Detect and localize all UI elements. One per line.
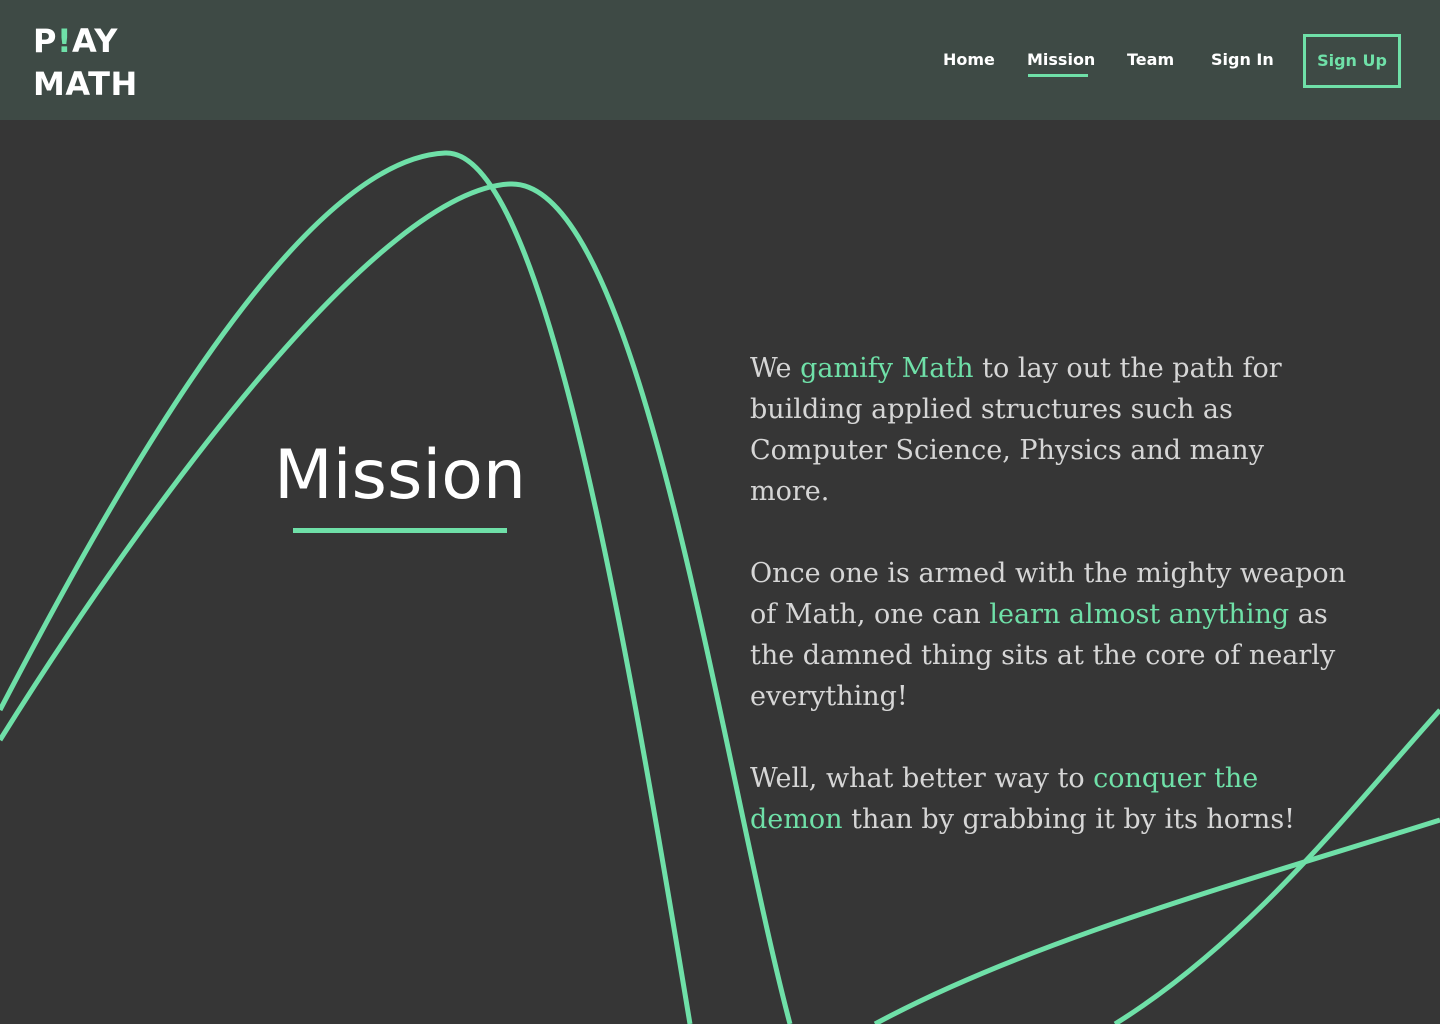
logo-text-ay: AY (72, 22, 118, 60)
nav-mission[interactable]: Mission (1027, 49, 1095, 71)
site-header: P!AY MATH Home Mission Team Sign In Sign… (0, 0, 1440, 120)
paragraph-gamify: We gamify Math to lay out the path for b… (750, 348, 1350, 512)
paragraph-text: than by grabbing it by its horns! (842, 804, 1296, 835)
logo-text-p: P (33, 22, 57, 60)
nav-active-indicator (1028, 74, 1088, 77)
sign-up-button[interactable]: Sign Up (1303, 34, 1401, 88)
paragraph-text: Well, what better way to (750, 763, 1094, 794)
curve-arc-2 (0, 181, 793, 1024)
nav-team[interactable]: Team (1127, 49, 1174, 71)
nav-home[interactable]: Home (943, 49, 995, 71)
nav-sign-in[interactable]: Sign In (1211, 49, 1274, 71)
logo-line-1: P!AY (33, 20, 138, 63)
highlight-learn-almost-anything: learn almost anything (989, 599, 1290, 630)
mission-copy: We gamify Math to lay out the path for b… (750, 348, 1350, 881)
title-underline (293, 528, 507, 533)
logo-accent-exclamation: ! (56, 22, 73, 60)
paragraph-conquer: Well, what better way to conquer the dem… (750, 758, 1350, 840)
paragraph-text: We (750, 353, 801, 384)
logo-line-2: MATH (33, 65, 138, 103)
highlight-gamify-math: gamify Math (800, 353, 974, 384)
paragraph-learn: Once one is armed with the mighty weapon… (750, 553, 1350, 717)
page-title: Mission (273, 436, 526, 515)
play-math-logo[interactable]: P!AY MATH (33, 20, 138, 106)
